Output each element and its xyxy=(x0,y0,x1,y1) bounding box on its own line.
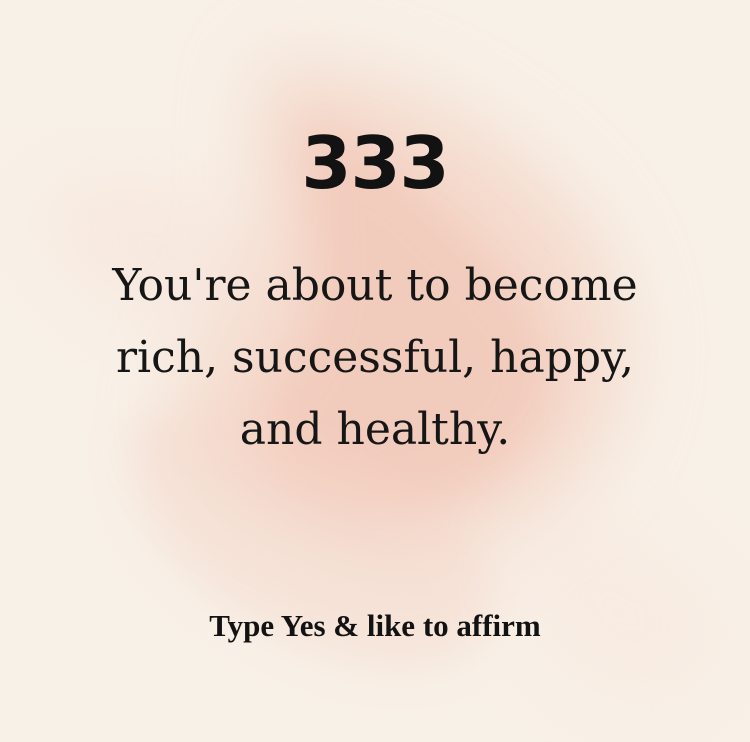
message-line-3: and healthy. xyxy=(239,404,511,455)
affirmation-card: 333 You're about to become rich, success… xyxy=(0,0,750,742)
message-line-2: rich, successful, happy, xyxy=(115,332,635,383)
message-line-1: You're about to become xyxy=(112,260,638,311)
text-content: 333 You're about to become rich, success… xyxy=(0,0,750,742)
affirmation-message: You're about to become rich, successful,… xyxy=(40,250,710,466)
angel-number: 333 xyxy=(301,121,449,205)
call-to-action: Type Yes & like to affirm xyxy=(209,608,541,643)
